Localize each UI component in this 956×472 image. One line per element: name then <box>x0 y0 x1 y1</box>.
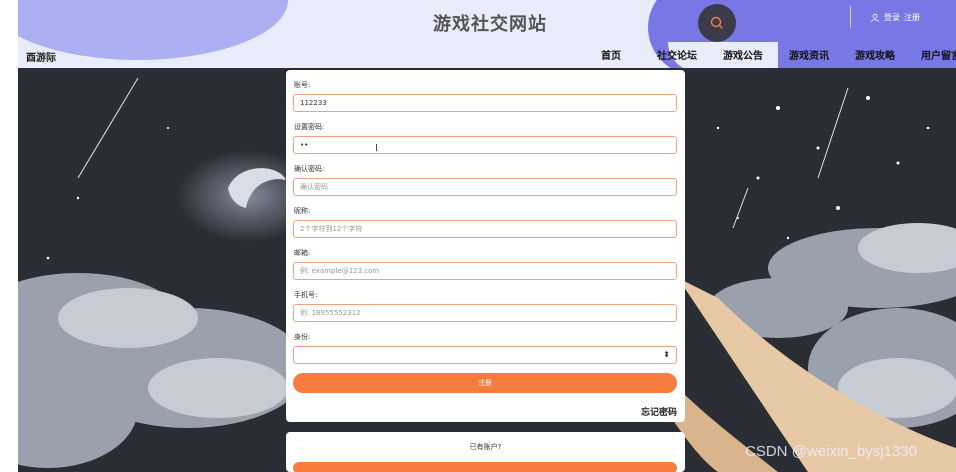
email-input[interactable] <box>293 262 677 280</box>
nav-item-forum[interactable]: 社交论坛 <box>644 47 710 62</box>
nav-item-home[interactable]: 首页 <box>578 47 644 62</box>
login-prompt-panel: 已有账户? <box>286 432 685 472</box>
text-cursor-icon: I <box>375 143 378 154</box>
confirm-password-label: 确认密码: <box>294 165 325 173</box>
login-button[interactable] <box>293 462 677 472</box>
forgot-password-link[interactable]: 忘记密码 <box>641 405 677 418</box>
browser-viewport: 游戏社交网站 酉游际 登录 注册 首页 社交论坛 游戏公告 游戏资讯 游戏攻略 … <box>18 0 956 472</box>
phone-input[interactable] <box>293 304 677 322</box>
user-icon <box>871 13 879 22</box>
header-decoration-left <box>18 0 288 60</box>
site-title: 游戏社交网站 <box>433 14 547 35</box>
password-input[interactable] <box>293 136 677 154</box>
nickname-input[interactable] <box>293 220 677 238</box>
register-link[interactable]: 注册 <box>904 12 920 23</box>
user-links: 登录 注册 <box>870 12 920 23</box>
password-label: 设置密码: <box>294 123 325 131</box>
confirm-password-input[interactable] <box>293 178 677 196</box>
nav-item-announcements[interactable]: 游戏公告 <box>710 47 776 62</box>
register-form: 账号: 设置密码: 确认密码: 昵称: 邮箱: 手机号: 身份: ⬍ 注册 忘记… <box>286 70 685 422</box>
register-button[interactable]: 注册 <box>293 373 677 393</box>
nav-item-messages[interactable]: 用户留言 <box>908 47 956 62</box>
search-icon <box>710 16 723 29</box>
phone-label: 手机号: <box>294 291 318 299</box>
search-button[interactable] <box>698 4 736 42</box>
csdn-watermark: CSDN @weixin_bysj1330 <box>745 443 917 460</box>
identity-label: 身份: <box>294 333 311 341</box>
select-arrow-icon: ⬍ <box>663 350 670 359</box>
identity-select[interactable]: ⬍ <box>293 346 677 364</box>
site-header: 游戏社交网站 酉游际 登录 注册 首页 社交论坛 游戏公告 游戏资讯 游戏攻略 … <box>18 0 956 68</box>
email-label: 邮箱: <box>294 249 311 257</box>
nickname-label: 昵称: <box>294 207 311 215</box>
account-label: 账号: <box>294 81 311 89</box>
nav-item-guides[interactable]: 游戏攻略 <box>842 47 908 62</box>
nav-item-news[interactable]: 游戏资讯 <box>776 47 842 62</box>
have-account-text: 已有账户? <box>469 443 502 451</box>
login-link[interactable]: 登录 <box>884 12 900 23</box>
account-input[interactable] <box>293 94 677 112</box>
main-nav: 首页 社交论坛 游戏公告 游戏资讯 游戏攻略 用户留言 <box>578 47 956 62</box>
site-logo[interactable]: 酉游际 <box>26 49 56 64</box>
header-divider <box>850 6 851 28</box>
